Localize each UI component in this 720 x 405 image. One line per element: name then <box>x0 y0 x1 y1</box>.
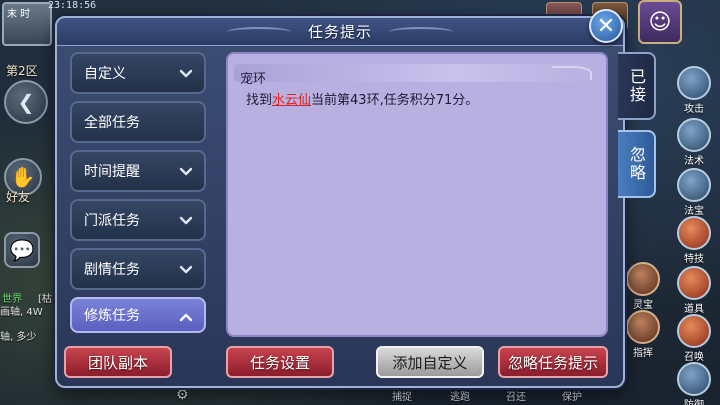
task-header-band <box>234 64 600 82</box>
chevron-down-icon <box>179 265 193 274</box>
category-sect-tasks[interactable]: 门派任务 <box>70 199 206 241</box>
map-label: 第2区 <box>6 64 38 78</box>
category-label: 门派任务 <box>84 213 140 229</box>
capture-action[interactable]: 捕捉 <box>392 388 412 403</box>
skill-spirit-treasure[interactable]: 灵宝 <box>622 262 664 311</box>
skill-summon[interactable]: 召唤 <box>674 314 714 363</box>
dialog-title: 任务提示 <box>307 23 372 41</box>
category-cultivation-tasks[interactable]: 修炼任务 <box>70 297 206 333</box>
skill-defend[interactable]: 防御 <box>674 362 714 405</box>
player-tag-label: 末 时 <box>7 9 31 20</box>
skill-treasure[interactable]: 法宝 <box>674 168 714 217</box>
skill-label: 法术 <box>684 156 704 167</box>
skill-label: 指挥 <box>633 348 653 359</box>
friends-label: 好友 <box>6 190 31 204</box>
special-icon <box>677 216 711 250</box>
category-time-reminder[interactable]: 时间提醒 <box>70 150 206 192</box>
task-name: 宠环 <box>240 72 267 87</box>
chat-line: 轴, 多少 <box>0 332 37 343</box>
skill-label: 特技 <box>684 254 704 265</box>
chat-button[interactable]: 💬 <box>4 232 40 268</box>
category-label: 全部任务 <box>84 115 140 131</box>
close-button[interactable]: ✕ <box>589 9 623 43</box>
skill-special[interactable]: 特技 <box>674 216 714 265</box>
category-all-tasks[interactable]: 全部任务 <box>70 101 206 143</box>
button-label: 任务设置 <box>249 353 310 372</box>
attack-icon <box>677 66 711 100</box>
chevron-down-icon <box>179 69 193 78</box>
back-arrow-button[interactable]: ❮ <box>4 80 48 124</box>
title-ornament-left <box>227 27 291 37</box>
skill-label: 攻击 <box>684 104 704 115</box>
ignore-prompt-button[interactable]: 忽略任务提示 <box>498 346 608 378</box>
handshake-icon: ✋ <box>10 165 36 189</box>
skill-label: 防御 <box>684 400 704 405</box>
summon-icon <box>677 314 711 348</box>
flee-action[interactable]: 逃跑 <box>450 388 470 403</box>
header-ornament <box>552 66 592 80</box>
chevron-up-icon <box>179 313 193 322</box>
button-label: 添加自定义 <box>392 353 468 372</box>
chevron-down-icon <box>179 167 193 176</box>
settings-gear-icon[interactable]: ⚙ <box>176 387 189 403</box>
dialog-title-bar: 任务提示 <box>57 18 623 46</box>
category-label: 修炼任务 <box>84 308 140 324</box>
skill-magic[interactable]: 法术 <box>674 118 714 167</box>
team-dungeon-button[interactable]: 团队副本 <box>64 346 172 378</box>
chevron-down-icon <box>179 216 193 225</box>
spirit-treasure-icon <box>626 262 660 296</box>
category-label: 剧情任务 <box>84 262 140 278</box>
task-settings-button[interactable]: 任务设置 <box>226 346 334 378</box>
avatar[interactable]: ☺ <box>638 0 682 44</box>
player-tag[interactable]: 末 时 <box>2 2 52 46</box>
button-label: 团队副本 <box>87 353 148 372</box>
task-text-suffix: 当前第43环,任务积分71分。 <box>311 93 479 108</box>
npc-link[interactable]: 水云仙 <box>272 93 311 108</box>
add-custom-button[interactable]: 添加自定义 <box>376 346 484 378</box>
chevron-left-icon: ❮ <box>17 90 35 114</box>
item-chest-icon <box>677 266 711 300</box>
task-text-prefix: 找到 <box>246 93 273 108</box>
close-icon: ✕ <box>596 13 616 39</box>
button-label: 忽略任务提示 <box>507 353 598 372</box>
category-label: 自定义 <box>84 66 126 82</box>
tab-label: 忽略 <box>627 146 646 182</box>
tab-accepted[interactable]: 已接 <box>618 52 656 120</box>
treasure-icon <box>677 168 711 202</box>
category-label: 时间提醒 <box>84 164 140 180</box>
protect-action[interactable]: 保护 <box>562 388 582 403</box>
command-book-icon <box>626 310 660 344</box>
category-story-tasks[interactable]: 剧情任务 <box>70 248 206 290</box>
task-description: 找到水云仙当前第43环,任务积分71分。 <box>246 89 478 108</box>
chat-bubble-icon: 💬 <box>9 238 35 262</box>
defend-icon <box>677 362 711 396</box>
tab-label: 已接 <box>627 68 646 104</box>
skill-items[interactable]: 道具 <box>674 266 714 315</box>
tab-ignored[interactable]: 忽略 <box>618 130 656 198</box>
status-time: 23:18:56 <box>48 0 97 11</box>
chat-line: 画轴, 4W <box>0 307 43 318</box>
skill-command[interactable]: 指挥 <box>622 310 664 359</box>
recall-action[interactable]: 召还 <box>506 388 526 403</box>
character-face-icon: ☺ <box>648 9 672 35</box>
skill-attack[interactable]: 攻击 <box>674 66 714 115</box>
task-detail-panel: 宠环 找到水云仙当前第43环,任务积分71分。 <box>226 52 608 337</box>
title-ornament-right <box>389 27 453 37</box>
category-custom[interactable]: 自定义 <box>70 52 206 94</box>
magic-icon <box>677 118 711 152</box>
